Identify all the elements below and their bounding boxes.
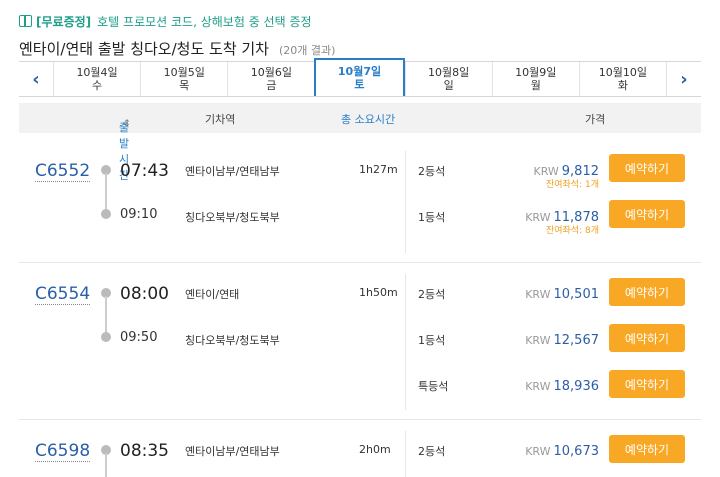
book-button[interactable]: 예약하기: [609, 324, 685, 352]
seat-price: KRW 12,567: [525, 333, 599, 348]
sort-icon: ⇕: [123, 119, 131, 129]
seat-price: KRW 10,673: [525, 444, 599, 459]
departure-station: 옌타이남부/연태남부: [185, 445, 280, 458]
route-timeline: [101, 165, 111, 221]
seat-class: 2등석: [418, 165, 446, 178]
date-tabs: 10월4일 수 10월5일 목 10월6일 금 10월7일 토 10월8일 일 10월9일…: [53, 58, 667, 96]
book-button[interactable]: 예약하기: [609, 200, 685, 228]
train-number[interactable]: C6598: [35, 441, 91, 462]
chevron-right-icon: ›: [680, 68, 688, 90]
date-tab[interactable]: 10월8일 일: [404, 62, 492, 96]
train-row: C6554 08:00 09:50 옌타이/연태 칭다오북부/청도북부 1h50…: [19, 264, 701, 420]
arrival-station: 칭다오북부/청도북부: [185, 211, 280, 224]
seat-class: 2등석: [418, 445, 446, 458]
book-button[interactable]: 예약하기: [609, 278, 685, 306]
column-header: 출발시간 ⇕ 기차역 총 소요시간 가격: [19, 103, 701, 182]
sort-duration[interactable]: 총 소요시간: [341, 111, 395, 127]
promo-banner[interactable]: [무료증정] 호텔 프로모션 코드, 상해보험 중 선택 증정: [19, 12, 312, 30]
departure-time: 07:43: [120, 161, 169, 181]
duration: 1h27m: [359, 163, 398, 176]
date-tab[interactable]: 10월5일 목: [140, 62, 227, 96]
seat-class: 2등석: [418, 288, 446, 301]
arrival-time: 09:50: [120, 330, 158, 345]
seats-remaining: 잔여좌석: 8개: [545, 226, 599, 236]
prev-date-button[interactable]: ‹: [19, 62, 53, 96]
date-tab[interactable]: 10월9일 월: [491, 62, 579, 96]
departure-time: 08:00: [120, 284, 169, 304]
duration: 1h50m: [359, 286, 398, 299]
seats-remaining: 잔여좌석: 1개: [545, 180, 599, 190]
book-button[interactable]: 예약하기: [609, 370, 685, 398]
seat-price: KRW 10,501: [525, 287, 599, 302]
seat-class: 1등석: [418, 334, 446, 347]
train-row: C6552 07:43 09:10 옌타이남부/연태남부 칭다오북부/청도북부 …: [19, 141, 701, 263]
train-number[interactable]: C6554: [35, 284, 91, 305]
seat-class: 특등석: [418, 380, 449, 393]
duration: 2h0m: [359, 443, 391, 456]
chevron-left-icon: ‹: [32, 68, 40, 90]
departure-station: 옌타이남부/연태남부: [185, 165, 280, 178]
route-timeline: [101, 445, 111, 477]
book-button[interactable]: 예약하기: [609, 435, 685, 463]
seat-price: KRW 18,936: [525, 379, 599, 394]
date-tab[interactable]: 10월6일 금: [227, 62, 314, 96]
seat-class: 1등석: [418, 211, 446, 224]
train-number[interactable]: C6552: [35, 161, 91, 182]
station-header: 기차역: [205, 113, 236, 126]
departure-station: 옌타이/연태: [185, 288, 240, 301]
date-selector: ‹ 10월4일 수 10월5일 목 10월6일 금 10월7일 토 10월8일 일 10월…: [19, 58, 701, 97]
result-count: (20개 결과): [278, 44, 336, 57]
date-tab[interactable]: 10월10일 화: [578, 62, 667, 96]
page-heading: 옌타이/연태 출발 칭다오/청도 도착 기차 (20개 결과): [19, 38, 335, 59]
promo-tag: [무료증정]: [36, 14, 92, 29]
arrival-time: 09:10: [120, 207, 158, 222]
book-button[interactable]: 예약하기: [609, 154, 685, 182]
date-tab-selected[interactable]: 10월7일 토: [314, 58, 405, 96]
departure-time: 08:35: [120, 441, 169, 461]
gift-icon: [19, 15, 32, 27]
page-title: 옌타이/연태 출발 칭다오/청도 도착 기차: [19, 40, 269, 58]
train-row: C6598 08:35 옌타이남부/연태남부 2h0m 2등석 KRW 10,67…: [19, 421, 701, 477]
route-timeline: [101, 288, 111, 344]
next-date-button[interactable]: ›: [667, 62, 701, 96]
arrival-station: 칭다오북부/청도북부: [185, 334, 280, 347]
price-header: 가격: [585, 113, 606, 126]
promo-text: 호텔 프로모션 코드, 상해보험 중 선택 증정: [97, 14, 312, 29]
date-tab[interactable]: 10월4일 수: [53, 62, 140, 96]
